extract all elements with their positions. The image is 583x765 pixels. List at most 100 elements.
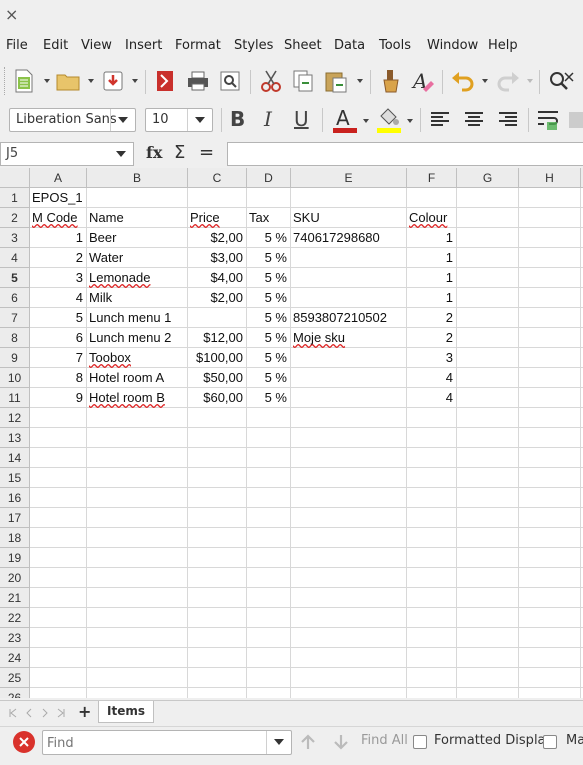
row-header-3[interactable]: 3 (0, 228, 30, 248)
find-history-dropdown-arrow[interactable] (266, 731, 291, 754)
cell-tax[interactable]: 5 % (247, 308, 287, 328)
bold-button[interactable]: B (230, 107, 245, 131)
cell-price[interactable] (188, 308, 243, 328)
row-header-12[interactable]: 12 (0, 408, 30, 428)
cell-header-price[interactable]: Price (190, 208, 220, 228)
function-wizard-icon[interactable]: fx (146, 143, 162, 162)
row-header-20[interactable]: 20 (0, 568, 30, 588)
print-icon[interactable] (186, 70, 210, 92)
save-dropdown-arrow[interactable] (132, 79, 138, 83)
cell-tax[interactable]: 5 % (247, 288, 287, 308)
cell-mcode[interactable]: 2 (30, 248, 83, 268)
cell-colour[interactable]: 2 (407, 328, 453, 348)
row-header-1[interactable]: 1 (0, 188, 30, 208)
row-header-4[interactable]: 4 (0, 248, 30, 268)
cell-colour[interactable]: 1 (407, 268, 453, 288)
cell-name[interactable]: Milk (89, 288, 112, 308)
formatted-display-checkbox[interactable] (413, 735, 427, 749)
cell-price[interactable]: $4,00 (188, 268, 243, 288)
row-header-11[interactable]: 11 (0, 388, 30, 408)
cell-tax[interactable]: 5 % (247, 368, 287, 388)
cell-price[interactable]: $100,00 (188, 348, 243, 368)
cell-name[interactable]: Lunch menu 1 (89, 308, 171, 328)
open-dropdown-arrow[interactable] (88, 79, 94, 83)
cell-tax[interactable]: 5 % (247, 388, 287, 408)
menu-window[interactable]: Window (427, 38, 478, 53)
row-header-2[interactable]: 2 (0, 208, 30, 228)
row-header-23[interactable]: 23 (0, 628, 30, 648)
row-header-19[interactable]: 19 (0, 548, 30, 568)
formula-equals-icon[interactable]: = (199, 142, 214, 163)
cell-colour[interactable]: 4 (407, 388, 453, 408)
column-header-e[interactable]: E (291, 168, 407, 188)
name-box[interactable]: J5 (0, 142, 134, 166)
row-header-22[interactable]: 22 (0, 608, 30, 628)
align-right-icon[interactable] (498, 111, 518, 127)
row-header-21[interactable]: 21 (0, 588, 30, 608)
italic-button[interactable]: I (264, 107, 272, 131)
wrap-text-icon[interactable] (537, 109, 561, 131)
cell-colour[interactable]: 1 (407, 228, 453, 248)
export-pdf-icon[interactable] (154, 69, 176, 93)
save-icon[interactable] (102, 69, 124, 93)
last-sheet-icon[interactable] (56, 708, 66, 718)
row-header-18[interactable]: 18 (0, 528, 30, 548)
column-header-a[interactable]: A (30, 168, 87, 188)
menu-view[interactable]: View (81, 38, 112, 53)
row-header-26[interactable]: 26 (0, 688, 30, 698)
cell-mcode[interactable]: 5 (30, 308, 83, 328)
row-header-15[interactable]: 15 (0, 468, 30, 488)
highlight-dropdown-arrow[interactable] (407, 119, 413, 123)
sheet-tab-items[interactable]: Items (98, 701, 154, 723)
row-header-9[interactable]: 9 (0, 348, 30, 368)
font-name-dropdown-arrow[interactable] (110, 109, 135, 131)
row-header-25[interactable]: 25 (0, 668, 30, 688)
font-color-dropdown-arrow[interactable] (363, 119, 369, 123)
align-center-icon[interactable] (464, 111, 484, 127)
new-dropdown-arrow[interactable] (44, 79, 50, 83)
cell-mcode[interactable]: 7 (30, 348, 83, 368)
cell-name[interactable]: Lunch menu 2 (89, 328, 171, 348)
cell-price[interactable]: $3,00 (188, 248, 243, 268)
row-header-17[interactable]: 17 (0, 508, 30, 528)
font-name-combo[interactable]: Liberation Sans (9, 108, 136, 132)
menu-sheet[interactable]: Sheet (284, 38, 322, 53)
spreadsheet-grid[interactable]: A B C D E F G H 1 2 3 4 5 6 7 8 9 10 11 … (0, 168, 583, 698)
clone-formatting-icon[interactable] (380, 68, 402, 94)
font-size-combo[interactable]: 10 (145, 108, 213, 132)
row-header-13[interactable]: 13 (0, 428, 30, 448)
cell-tax[interactable]: 5 % (247, 348, 287, 368)
row-header-24[interactable]: 24 (0, 648, 30, 668)
undo-icon[interactable] (451, 70, 475, 92)
cell-header-sku[interactable]: SKU (293, 208, 320, 228)
select-all-corner[interactable] (0, 168, 30, 188)
cell-mcode[interactable]: 4 (30, 288, 83, 308)
name-box-dropdown-arrow[interactable] (109, 143, 133, 165)
cell-header-mcode[interactable]: M Code (32, 208, 78, 228)
cell-header-name[interactable]: Name (89, 208, 124, 228)
cell-name[interactable]: Lemonade (89, 268, 150, 288)
add-sheet-icon[interactable]: + (78, 702, 91, 721)
highlight-color-button[interactable] (376, 106, 402, 133)
cell-price[interactable]: $50,00 (188, 368, 243, 388)
cell-colour[interactable]: 1 (407, 288, 453, 308)
copy-icon[interactable] (292, 69, 314, 93)
align-left-icon[interactable] (430, 111, 450, 127)
close-window-icon[interactable]: × (5, 5, 18, 24)
find-all-button[interactable]: Find All (361, 733, 408, 748)
cell-price[interactable]: $12,00 (188, 328, 243, 348)
formula-input[interactable] (227, 142, 583, 166)
menu-styles[interactable]: Styles (234, 38, 273, 53)
cell-header-tax[interactable]: Tax (249, 208, 269, 228)
row-header-14[interactable]: 14 (0, 448, 30, 468)
column-header-b[interactable]: B (87, 168, 188, 188)
cell-name[interactable]: Beer (89, 228, 116, 248)
cell-colour[interactable]: 2 (407, 308, 453, 328)
cell-tax[interactable]: 5 % (247, 268, 287, 288)
cut-icon[interactable] (260, 69, 282, 93)
font-color-button[interactable]: A (332, 106, 358, 133)
clear-formatting-icon[interactable]: A (411, 69, 435, 93)
cell-mcode[interactable]: 8 (30, 368, 83, 388)
cell-sku[interactable]: 740617298680 (293, 228, 380, 248)
cell-sku[interactable]: 8593807210502 (293, 308, 387, 328)
